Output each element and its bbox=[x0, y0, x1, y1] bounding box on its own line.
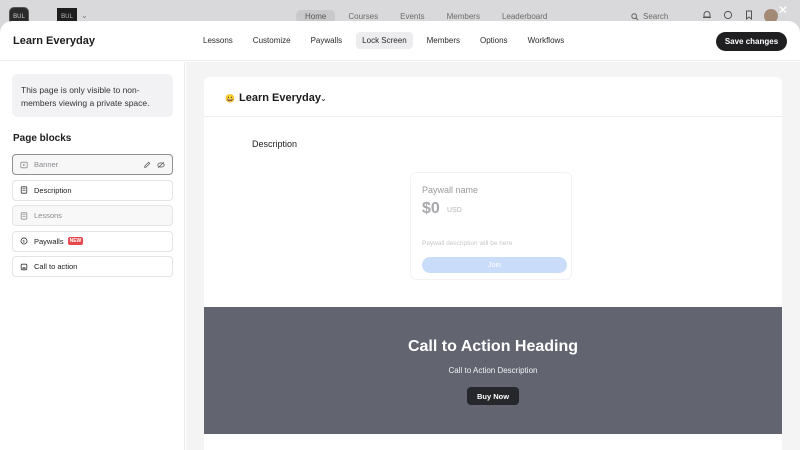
cta-heading: Call to Action Heading bbox=[407, 338, 579, 355]
block-label: Banner bbox=[34, 160, 59, 169]
new-badge: NEW bbox=[67, 237, 84, 245]
paywall-description: Paywall description will be here bbox=[422, 240, 513, 247]
preview-canvas: 😀 Learn Everyday ⌄ Description Paywall n… bbox=[186, 62, 800, 450]
block-tools bbox=[143, 161, 165, 169]
block-banner[interactable]: Banner bbox=[12, 154, 173, 175]
call-to-action-icon bbox=[20, 263, 28, 271]
app-logo-text: BUL bbox=[13, 14, 25, 20]
paywall-icon: $ bbox=[20, 237, 28, 245]
call-to-action-section: Call to Action Heading Call to Action De… bbox=[204, 307, 782, 434]
description-block: Description bbox=[252, 139, 298, 149]
tab-workflows[interactable]: Workflows bbox=[522, 32, 571, 49]
workspace-logo-text: BUL bbox=[61, 13, 73, 20]
block-label: Call to action bbox=[34, 262, 78, 271]
paywall-price: $0 bbox=[422, 200, 440, 217]
block-label: Description bbox=[34, 185, 72, 195]
space-emoji: 😀 bbox=[225, 94, 235, 103]
buy-now-button[interactable]: Buy Now bbox=[467, 387, 519, 405]
join-button[interactable]: Join bbox=[422, 257, 567, 273]
visibility-notice: This page is only visible to non-members… bbox=[12, 74, 173, 117]
tab-members[interactable]: Members bbox=[421, 32, 466, 49]
space-header: 😀 Learn Everyday ⌄ bbox=[204, 77, 782, 117]
close-icon[interactable]: ✕ bbox=[778, 4, 788, 16]
modal-header: Learn Everyday Lessons Customize Paywall… bbox=[0, 21, 800, 61]
page-blocks-list: Banner Description Lessons $ Paywalls NE… bbox=[12, 154, 173, 282]
banner-icon bbox=[20, 161, 28, 169]
block-label: Paywalls bbox=[34, 236, 64, 246]
chevron-down-icon[interactable]: ⌄ bbox=[320, 94, 327, 103]
block-lessons[interactable]: Lessons bbox=[12, 205, 173, 226]
cta-description: Call to Action Description bbox=[448, 366, 538, 375]
page-blocks-heading: Page blocks bbox=[13, 133, 72, 144]
space-name: Learn Everyday bbox=[239, 92, 321, 104]
block-call-to-action[interactable]: Call to action bbox=[12, 256, 173, 277]
bell-icon bbox=[703, 11, 711, 18]
block-paywalls[interactable]: $ Paywalls NEW bbox=[12, 230, 173, 252]
hide-icon[interactable] bbox=[157, 161, 165, 169]
sidebar: This page is only visible to non-members… bbox=[0, 62, 185, 450]
block-label: Lessons bbox=[34, 211, 62, 220]
tab-customize[interactable]: Customize bbox=[247, 32, 297, 49]
tab-paywalls[interactable]: Paywalls bbox=[305, 32, 349, 49]
paywall-name: Paywall name bbox=[422, 185, 479, 195]
lessons-icon bbox=[20, 211, 28, 220]
block-description[interactable]: Description bbox=[12, 179, 173, 201]
tab-lock-screen[interactable]: Lock Screen bbox=[356, 32, 413, 49]
bg-header-icons bbox=[702, 10, 754, 20]
bookmark-icon bbox=[746, 10, 752, 20]
chat-icon bbox=[723, 10, 733, 20]
paywall-card: Paywall name $0 USD Paywall description … bbox=[410, 172, 572, 280]
description-icon bbox=[20, 186, 28, 194]
edit-icon[interactable] bbox=[143, 161, 151, 169]
svg-text:$: $ bbox=[23, 239, 26, 244]
modal-title: Learn Everyday bbox=[13, 35, 95, 47]
tab-lessons[interactable]: Lessons bbox=[197, 32, 239, 49]
settings-modal: Learn Everyday Lessons Customize Paywall… bbox=[0, 21, 800, 450]
paywall-currency: USD bbox=[447, 207, 462, 214]
tab-options[interactable]: Options bbox=[474, 32, 514, 49]
chevron-down-icon: ⌄ bbox=[81, 11, 88, 20]
lock-screen-preview: 😀 Learn Everyday ⌄ Description Paywall n… bbox=[204, 77, 782, 450]
bg-search-label: Search bbox=[643, 12, 669, 21]
bg-search: Search bbox=[631, 12, 668, 21]
modal-tabs: Lessons Customize Paywalls Lock Screen M… bbox=[197, 32, 570, 49]
save-changes-button[interactable]: Save changes bbox=[716, 32, 787, 51]
search-icon bbox=[631, 12, 639, 21]
